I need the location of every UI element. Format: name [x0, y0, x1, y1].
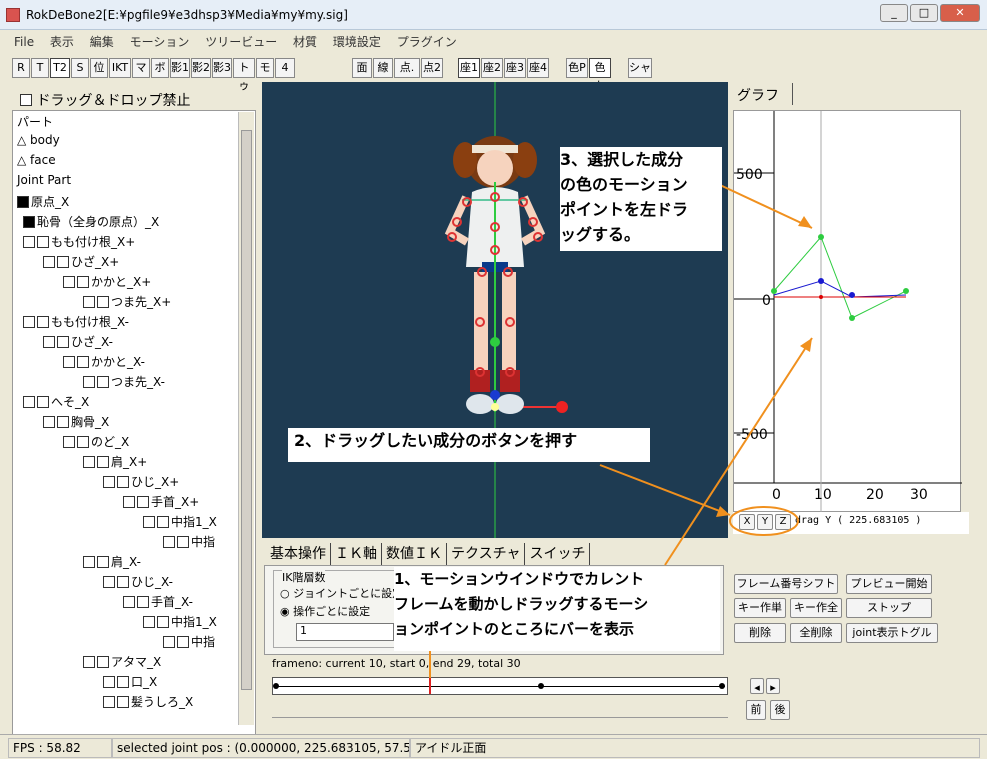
- callout-step1: 1、モーションウインドウでカレント フレームを動かしドラッグするモーシ ョンポイ…: [394, 567, 720, 651]
- status-joint-pos: selected joint pos : (0.000000, 225.6831…: [112, 738, 410, 758]
- callout-step2: 2、ドラッグしたい成分のボタンを押す: [288, 428, 650, 462]
- status-fps: FPS : 58.82: [8, 738, 112, 758]
- callout-step3: 3、選択した成分 の色のモーション ポイントを左ドラ ッグする。: [560, 147, 722, 251]
- status-mode: アイドル正面: [410, 738, 980, 758]
- status-bar: FPS : 58.82 selected joint pos : (0.0000…: [0, 734, 987, 759]
